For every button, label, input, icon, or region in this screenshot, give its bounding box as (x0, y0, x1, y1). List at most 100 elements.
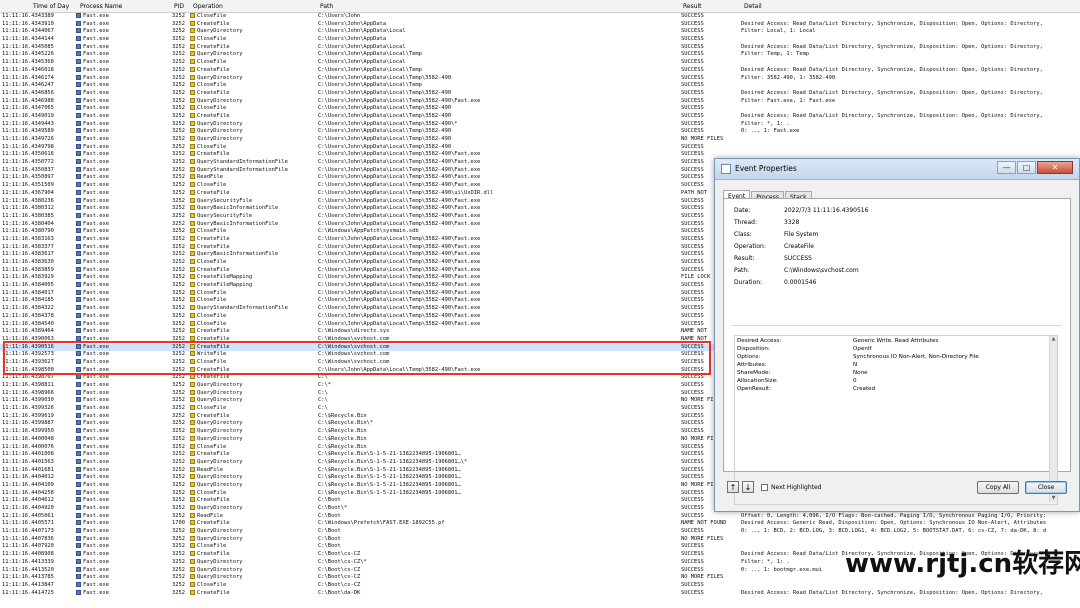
operation-cell: QueryDirectory (190, 397, 315, 405)
file-operation-icon (190, 320, 195, 326)
operation-cell: CloseFile (190, 59, 315, 67)
table-row[interactable]: 11:11:16.4414725 Fast.exe 3252 CreateFile C:… (0, 589, 1080, 598)
close-icon[interactable]: ✕ (1037, 161, 1073, 174)
process-cell: Fast.exe (76, 243, 166, 252)
minimize-icon[interactable]: — (997, 161, 1016, 174)
table-row[interactable]: 11:11:16.4343910 Fast.exe 3252 CreateFile C:… (0, 20, 1080, 29)
operation-cell-text: QueryBasicInformationFile (197, 205, 279, 212)
process-cell: Fast.exe (76, 266, 166, 275)
col-operation[interactable]: Operation (193, 3, 223, 10)
operation-cell: QueryDirectory (190, 435, 315, 444)
table-row[interactable]: 11:11:16.4349798 Fast.exe 3252 CloseFile C:\… (0, 143, 1080, 152)
next-event-button[interactable]: ↓ (742, 481, 754, 493)
detail-scrollbar[interactable]: ▲ ▼ (1049, 336, 1057, 502)
col-time[interactable]: Time of Day (33, 3, 69, 10)
table-row[interactable]: 11:11:16.4344067 Fast.exe 3252 QueryDirecto… (0, 28, 1080, 36)
process-icon (76, 174, 81, 180)
watermark: www.rjtj.cn软荐网 (845, 549, 1080, 579)
path-cell: C:\$Recycle.Bin (318, 436, 678, 444)
col-path[interactable]: Path (320, 3, 333, 10)
table-row[interactable]: 11:11:16.4349019 Fast.exe 3252 CreateFile C:… (0, 112, 1080, 121)
table-row[interactable]: 11:11:16.4345368 Fast.exe 3252 CloseFile C:\… (0, 59, 1080, 67)
pid-cell: 3252 (172, 151, 187, 159)
table-row[interactable]: 11:11:16.4345226 Fast.exe 3252 QueryDirecto… (0, 51, 1080, 59)
time-cell: 11:11:16.4350772 (2, 159, 74, 167)
operation-cell-text: CreateFile (197, 589, 230, 596)
result-cell-text: SUCCESS (681, 105, 704, 112)
file-operation-icon (190, 59, 195, 65)
table-row[interactable]: 11:11:16.4405061 Fast.exe 3252 ReadFile C:\B… (0, 512, 1080, 521)
result-cell: SUCCESS (681, 75, 737, 83)
table-row[interactable]: 11:11:16.4405571 Fast.exe 1700 CreateFile C:… (0, 520, 1080, 528)
result-cell: NO MORE FILES (681, 136, 737, 144)
operation-cell-text: QueryStandardInformationFile (197, 166, 288, 173)
table-row[interactable]: 11:11:16.4346247 Fast.exe 3252 CloseFile C:\… (0, 82, 1080, 90)
table-row[interactable]: 11:11:16.4349726 Fast.exe 3252 QueryDirecto… (0, 136, 1080, 144)
file-operation-icon (190, 574, 195, 580)
col-process[interactable]: Process Name (80, 3, 122, 10)
table-row[interactable]: 11:11:16.4407173 Fast.exe 3252 QueryDirecto… (0, 528, 1080, 536)
scroll-up-icon[interactable]: ▲ (1050, 336, 1057, 343)
path-cell-text: C:\$Recycle.Bin (318, 435, 367, 442)
result-cell-text: SUCCESS (681, 36, 704, 43)
table-row[interactable]: 11:11:16.4347065 Fast.exe 3252 CloseFile C:\… (0, 105, 1080, 113)
table-row[interactable]: 11:11:16.4346174 Fast.exe 3252 QueryDirecto… (0, 74, 1080, 83)
pid-cell: 3252 (172, 205, 187, 213)
file-operation-icon (190, 189, 195, 195)
time-cell-text: 11:11:16.4404920 (2, 505, 54, 511)
operation-cell: CloseFile (190, 228, 315, 236)
time-cell: 11:11:16.4345368 (2, 59, 74, 67)
prev-event-button[interactable]: ↑ (727, 481, 739, 493)
table-row[interactable]: 11:11:16.4343389 Fast.exe 3252 CloseFile C:\… (0, 13, 1080, 21)
time-cell: 11:11:16.4404258 (2, 490, 74, 498)
next-highlighted-checkbox[interactable] (761, 484, 768, 491)
result-cell-text: SUCCESS (681, 20, 704, 27)
maximize-icon[interactable]: □ (1017, 161, 1036, 174)
operation-cell-text: QueryDirectory (197, 51, 243, 58)
table-row[interactable]: 11:11:16.4346856 Fast.exe 3252 CreateFile C:… (0, 89, 1080, 98)
col-detail[interactable]: Detail (744, 3, 762, 10)
table-row[interactable]: 11:11:16.4345085 Fast.exe 3252 CreateFile C:… (0, 43, 1080, 52)
close-button[interactable]: Close (1025, 481, 1067, 494)
pid-cell: 3252 (172, 228, 187, 236)
result-cell-text: SUCCESS (681, 228, 704, 235)
process-icon (76, 59, 81, 65)
time-cell: 11:11:16.4399619 (2, 413, 74, 421)
time-cell-text: 11:11:16.4405061 (2, 512, 54, 519)
process-cell: Fast.exe (76, 543, 166, 551)
table-row[interactable]: 11:11:16.4346018 Fast.exe 3252 CreateFile C:… (0, 66, 1080, 75)
time-cell: 11:11:16.4383929 (2, 274, 74, 282)
table-row[interactable]: 11:11:16.4346988 Fast.exe 3252 QueryDirecto… (0, 97, 1080, 106)
pid-cell-text: 3252 (172, 243, 185, 250)
process-icon (76, 182, 81, 188)
col-pid[interactable]: PID (174, 3, 184, 10)
time-cell-text: 11:11:16.4404258 (2, 489, 54, 496)
col-result[interactable]: Result (683, 3, 702, 10)
detail-cell: Desired Access: Read Data/List Directory… (741, 21, 1080, 29)
detail-box[interactable]: Desired Access: Generic Write, Read Attri… (734, 335, 1058, 505)
pid-cell: 3252 (172, 44, 187, 52)
table-row[interactable]: 11:11:16.4413847 Fast.exe 3252 CloseFile C:\… (0, 581, 1080, 590)
copy-all-button[interactable]: Copy All (977, 481, 1019, 494)
time-cell: 11:11:16.4349726 (2, 136, 74, 144)
process-icon (76, 581, 81, 587)
file-operation-icon (190, 497, 195, 503)
table-row[interactable]: 11:11:16.4349443 Fast.exe 3252 QueryDirecto… (0, 120, 1080, 129)
table-row[interactable]: 11:11:16.4349589 Fast.exe 3252 QueryDirecto… (0, 128, 1080, 136)
table-row[interactable]: 11:11:16.4344144 Fast.exe 3252 CloseFile C:\… (0, 36, 1080, 44)
pid-cell: 3252 (172, 420, 187, 428)
process-icon (76, 382, 81, 387)
time-cell: 11:11:16.4408908 (2, 551, 74, 559)
process-cell-text: Fast.exe (83, 520, 109, 527)
dialog-titlebar[interactable]: Event Properties — □ ✕ (715, 159, 1079, 180)
time-cell: 11:11:16.4346018 (2, 67, 74, 75)
process-cell: Fast.exe (76, 382, 166, 390)
pid-cell: 3252 (172, 259, 187, 267)
file-operation-icon (190, 451, 195, 457)
process-cell: Fast.exe (76, 420, 166, 428)
pid-cell-text: 3252 (172, 151, 185, 158)
pid-cell: 3252 (172, 513, 187, 521)
process-cell-text: Fast.exe (83, 89, 109, 96)
process-cell-text: Fast.exe (83, 112, 109, 119)
process-icon (76, 82, 81, 88)
